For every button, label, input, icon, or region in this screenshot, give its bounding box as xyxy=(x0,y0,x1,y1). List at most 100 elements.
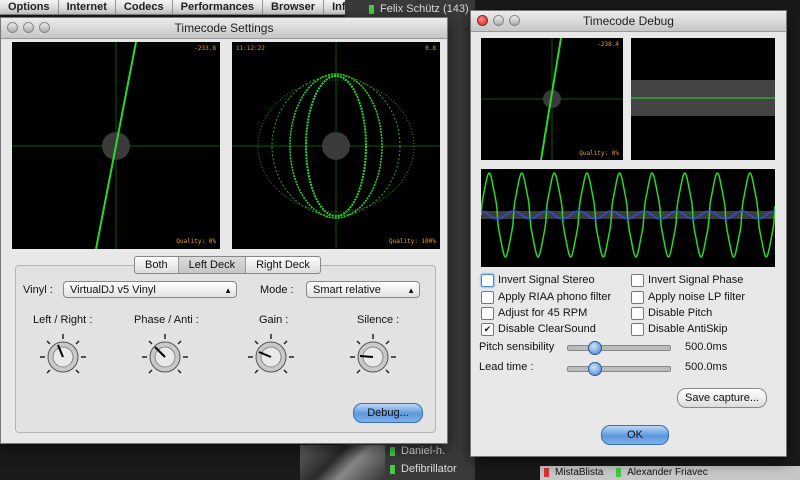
menu-tab[interactable]: Options xyxy=(0,0,59,14)
pitch-sensibility-value: 500.0ms xyxy=(685,341,728,353)
tab-both[interactable]: Both xyxy=(135,257,179,273)
phase-anti-knob[interactable] xyxy=(141,333,189,381)
list-item[interactable]: Felix Schütz (143) xyxy=(345,0,475,18)
checkbox-label: Apply RIAA phono filter xyxy=(498,291,612,303)
menu-tab[interactable]: Browser xyxy=(263,0,325,14)
timecode-settings-window: Timecode Settings -233.8 Quality: 0% 11:… xyxy=(0,17,448,444)
silence-knob[interactable] xyxy=(349,333,397,381)
timecode-debug-window: Timecode Debug -238.4 Quality: 0% Invert… xyxy=(470,10,787,457)
checkmark-icon: ✔ xyxy=(481,323,494,336)
ok-button[interactable]: OK xyxy=(601,425,669,445)
adjust-45-checkbox[interactable]: Adjust for 45 RPM xyxy=(481,306,587,320)
scope-value: 0.8 xyxy=(425,45,436,52)
level-graph xyxy=(631,80,775,116)
checkbox-box xyxy=(631,291,644,304)
checkbox-box xyxy=(631,274,644,287)
updown-icon: ▲ xyxy=(407,286,415,295)
checkbox-label: Disable ClearSound xyxy=(498,323,596,335)
scope-time: 11:12:22 xyxy=(236,45,265,52)
lead-time-value: 500.0ms xyxy=(685,361,728,373)
checkbox-label: Apply noise LP filter xyxy=(648,291,746,303)
status-icon xyxy=(616,467,622,477)
updown-icon: ▲ xyxy=(224,286,232,295)
vinyl-label: Vinyl : xyxy=(23,284,53,296)
apply-riaa-checkbox[interactable]: Apply RIAA phono filter xyxy=(481,290,611,304)
window-title: Timecode Debug xyxy=(583,14,674,28)
debug-button[interactable]: Debug... xyxy=(353,403,423,423)
scope-value: -233.8 xyxy=(194,45,216,52)
knob-label-silence: Silence : xyxy=(357,314,400,326)
mode-value: Smart relative xyxy=(313,284,381,296)
lead-time-label: Lead time : xyxy=(479,361,534,373)
debug-scope: -238.4 Quality: 0% xyxy=(481,37,623,161)
slider-thumb[interactable] xyxy=(588,341,602,355)
mode-select[interactable]: Smart relative ▲ xyxy=(306,281,420,298)
pitch-sensibility-slider[interactable] xyxy=(567,341,671,355)
mode-label: Mode : xyxy=(260,284,294,296)
vinyl-select[interactable]: VirtualDJ v5 Vinyl ▲ xyxy=(63,281,237,298)
bottom-user-bar: MistaBlista Alexander Friavec xyxy=(540,466,800,480)
tab-right-deck[interactable]: Right Deck xyxy=(246,257,320,273)
lead-time-slider[interactable] xyxy=(567,362,671,376)
scope-quality: Quality: 0% xyxy=(579,150,619,157)
apply-noise-lp-checkbox[interactable]: Apply noise LP filter xyxy=(631,290,745,304)
left-deck-scope: -233.8 Quality: 0% xyxy=(12,41,220,250)
checkbox-label: Adjust for 45 RPM xyxy=(498,307,588,319)
checkbox-label: Invert Signal Phase xyxy=(648,274,744,286)
scope-value: -238.4 xyxy=(597,41,619,48)
checkbox-box xyxy=(481,291,494,304)
scope-graph xyxy=(232,42,440,249)
menu-tab[interactable]: Performances xyxy=(173,0,264,14)
debug-titlebar: Timecode Debug xyxy=(471,11,786,32)
deck-selector: Both Left Deck Right Deck xyxy=(134,256,321,274)
background-menu-tabs: Options Internet Codecs Performances Bro… xyxy=(0,0,362,15)
knob-label-phase: Phase / Anti : xyxy=(134,314,199,326)
checkbox-label: Disable Pitch xyxy=(648,307,713,319)
status-icon xyxy=(390,464,395,474)
menu-tab[interactable]: Codecs xyxy=(116,0,173,14)
disable-clearsound-checkbox[interactable]: ✔ Disable ClearSound xyxy=(481,322,596,336)
slider-thumb[interactable] xyxy=(588,362,602,376)
right-deck-scope: 11:12:22 0.8 Quality: 100% xyxy=(232,42,440,249)
scope-quality: Quality: 0% xyxy=(176,238,216,245)
checkbox-box xyxy=(481,307,494,320)
gain-knob[interactable] xyxy=(247,333,295,381)
album-thumbnail xyxy=(300,445,385,480)
save-capture-button[interactable]: Save capture... xyxy=(677,388,767,408)
checkbox-label: Invert Signal Stereo xyxy=(498,274,595,286)
checkbox-box xyxy=(631,323,644,336)
scope-graph xyxy=(481,37,623,161)
user-label[interactable]: MistaBlista xyxy=(555,467,603,478)
tab-left-deck[interactable]: Left Deck xyxy=(178,257,247,273)
vinyl-value: VirtualDJ v5 Vinyl xyxy=(70,284,156,296)
knob-label-gain: Gain : xyxy=(259,314,289,326)
debug-waveform xyxy=(480,169,776,267)
close-icon[interactable] xyxy=(477,15,488,26)
minimize-icon[interactable] xyxy=(493,15,504,26)
menu-tab[interactable]: Internet xyxy=(59,0,116,14)
checkbox-box xyxy=(481,274,494,287)
status-icon xyxy=(369,4,374,14)
disable-pitch-checkbox[interactable]: Disable Pitch xyxy=(631,306,712,320)
list-item-label: Defibrillator xyxy=(401,463,457,475)
pitch-sensibility-label: Pitch sensibility xyxy=(479,341,555,353)
invert-signal-phase-checkbox[interactable]: Invert Signal Phase xyxy=(631,273,743,287)
settings-titlebar: Timecode Settings xyxy=(1,18,447,39)
checkbox-box xyxy=(631,307,644,320)
list-item-label: Felix Schütz (143) xyxy=(380,3,469,15)
user-label[interactable]: Alexander Friavec xyxy=(627,467,708,478)
zoom-icon[interactable] xyxy=(509,15,520,26)
red-status-icon xyxy=(544,467,549,477)
left-right-knob[interactable] xyxy=(39,333,87,381)
waveform-graph xyxy=(480,171,776,259)
checkbox-label: Disable AntiSkip xyxy=(648,323,728,335)
knob-label-left-right: Left / Right : xyxy=(33,314,93,326)
close-icon[interactable] xyxy=(7,22,18,33)
invert-signal-stereo-checkbox[interactable]: Invert Signal Stereo xyxy=(481,273,595,287)
scope-quality: Quality: 100% xyxy=(389,238,436,245)
list-item-label: Daniel-h. xyxy=(401,445,446,457)
zoom-icon[interactable] xyxy=(39,22,50,33)
minimize-icon[interactable] xyxy=(23,22,34,33)
disable-antiskip-checkbox[interactable]: Disable AntiSkip xyxy=(631,322,728,336)
status-icon xyxy=(390,446,395,456)
